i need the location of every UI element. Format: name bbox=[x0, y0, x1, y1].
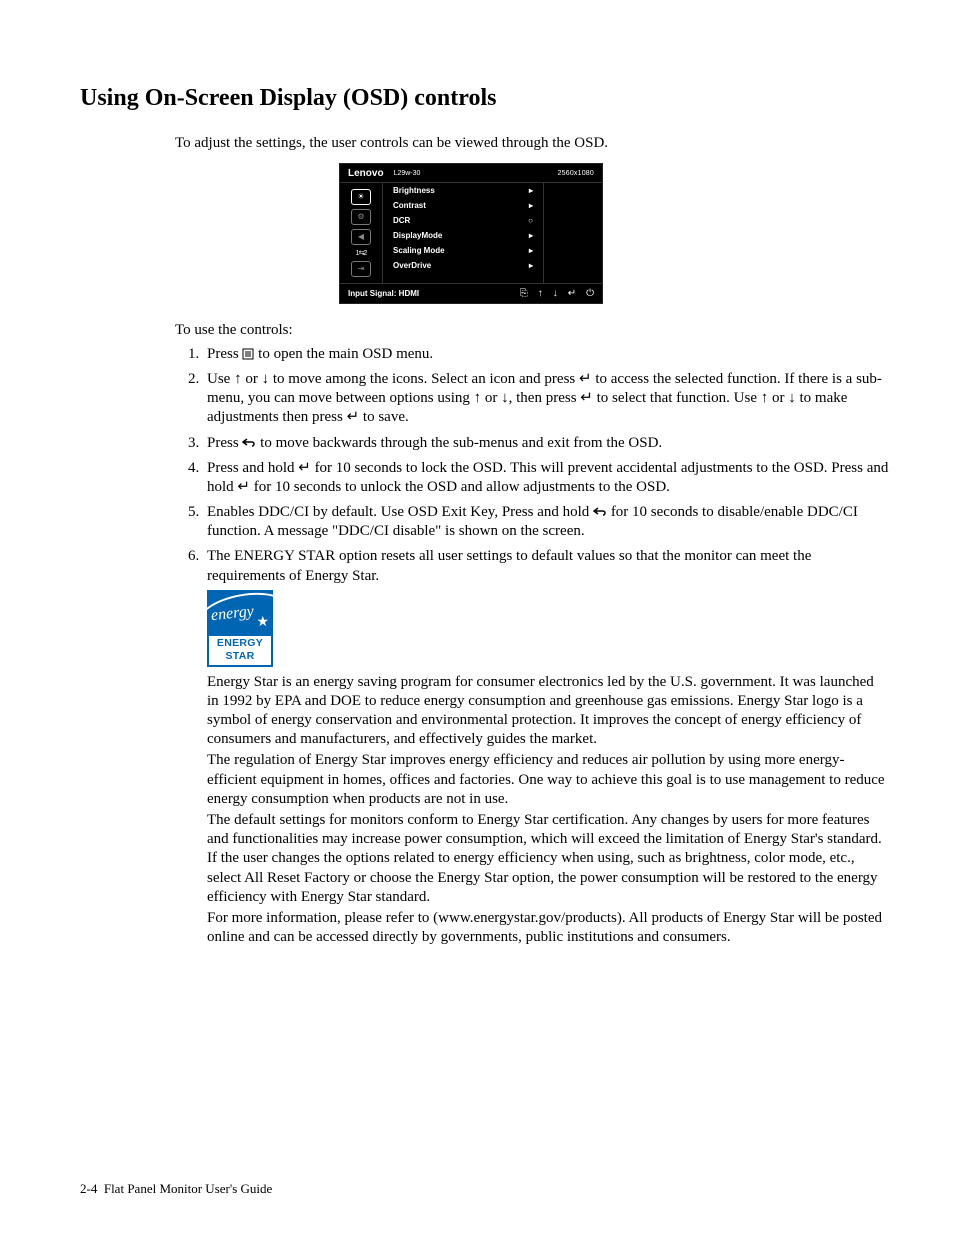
energy-star-para-1: Energy Star is an energy saving program … bbox=[207, 673, 889, 750]
osd-menu-list: Brightness▸ Contrast▸ DCR○ DisplayMode▸ … bbox=[383, 183, 543, 283]
back-icon bbox=[593, 506, 607, 518]
step-2: Use ↑ or ↓ to move among the icons. Sele… bbox=[203, 370, 889, 434]
osd-power-icon: ⏻ bbox=[586, 288, 594, 299]
enter-icon: ↵ bbox=[580, 390, 593, 406]
step-4: Press and hold ↵ for 10 seconds to lock … bbox=[203, 459, 889, 503]
enter-icon: ↵ bbox=[579, 371, 592, 387]
step-3: Press to move backwards through the sub-… bbox=[203, 434, 889, 459]
page-title: Using On-Screen Display (OSD) controls bbox=[80, 85, 889, 112]
step-5: Enables DDC/CI by default. Use OSD Exit … bbox=[203, 503, 889, 547]
osd-nav-color-icon: ⚙ bbox=[351, 209, 371, 225]
energy-star-logo: energy ★ ENERGY STAR bbox=[207, 590, 273, 667]
chevron-right-icon: ▸ bbox=[529, 261, 533, 270]
energy-star-para-3: The default settings for monitors confor… bbox=[207, 811, 889, 907]
osd-nav-brightness-icon: ☀ bbox=[351, 189, 371, 205]
page-footer: 2-4 Flat Panel Monitor User's Guide bbox=[80, 1181, 272, 1197]
star-icon: ★ bbox=[256, 614, 269, 632]
page-number: 2-4 bbox=[80, 1181, 97, 1196]
osd-nav-input-icon: 1⇆2 bbox=[356, 249, 367, 257]
step-6: The ENERGY STAR option resets all user s… bbox=[203, 547, 889, 955]
osd-model: L29w-30 bbox=[394, 170, 421, 177]
arrow-up-icon: ↑ bbox=[474, 390, 482, 406]
chevron-right-icon: ▸ bbox=[529, 186, 533, 195]
osd-item-dcr: DCR○ bbox=[383, 213, 543, 228]
intro-text: To adjust the settings, the user control… bbox=[175, 134, 889, 153]
energy-star-label: ENERGY STAR bbox=[207, 634, 273, 667]
osd-item-displaymode: DisplayMode▸ bbox=[383, 228, 543, 243]
osd-down-icon: ↓ bbox=[553, 288, 558, 299]
steps-list: Press to open the main OSD menu. Use ↑ o… bbox=[175, 345, 889, 956]
osd-nav-speaker-icon: ◀ bbox=[351, 229, 371, 245]
osd-input-signal: Input Signal: HDMI bbox=[348, 289, 419, 298]
energy-star-para-2: The regulation of Energy Star improves e… bbox=[207, 751, 889, 809]
arrow-down-icon: ↓ bbox=[262, 371, 270, 387]
osd-item-scalingmode: Scaling Mode▸ bbox=[383, 243, 543, 258]
osd-preview-pane bbox=[543, 183, 602, 283]
osd-exit-icon: ⎘ bbox=[520, 288, 528, 299]
energy-star-script: energy bbox=[210, 602, 255, 627]
osd-brand: Lenovo bbox=[348, 168, 384, 179]
arrow-down-icon: ↓ bbox=[788, 390, 796, 406]
doc-title: Flat Panel Monitor User's Guide bbox=[104, 1181, 272, 1196]
chevron-right-icon: ▸ bbox=[529, 246, 533, 255]
steps-lead: To use the controls: bbox=[175, 322, 889, 339]
osd-resolution: 2560x1080 bbox=[558, 170, 594, 177]
chevron-right-icon: ▸ bbox=[529, 231, 533, 240]
osd-screenshot: Lenovo L29w-30 2560x1080 ☀ ⚙ ◀ 1⇆2 ⇥ Bri… bbox=[339, 163, 603, 304]
circle-icon: ○ bbox=[528, 216, 533, 225]
chevron-right-icon: ▸ bbox=[529, 201, 533, 210]
osd-item-contrast: Contrast▸ bbox=[383, 198, 543, 213]
arrow-up-icon: ↑ bbox=[234, 371, 242, 387]
osd-nav-column: ☀ ⚙ ◀ 1⇆2 ⇥ bbox=[340, 183, 383, 283]
osd-nav-menu-icon: ⇥ bbox=[351, 261, 371, 277]
step-1: Press to open the main OSD menu. bbox=[203, 345, 889, 370]
energy-star-para-4: For more information, please refer to (w… bbox=[207, 909, 889, 947]
osd-item-brightness: Brightness▸ bbox=[383, 183, 543, 198]
arrow-down-icon: ↓ bbox=[501, 390, 509, 406]
osd-up-icon: ↑ bbox=[538, 288, 543, 299]
menu-icon bbox=[242, 348, 254, 360]
osd-enter-icon: ↵ bbox=[568, 288, 576, 299]
enter-icon: ↵ bbox=[347, 409, 360, 425]
osd-item-overdrive: OverDrive▸ bbox=[383, 258, 543, 273]
back-icon bbox=[242, 437, 256, 449]
